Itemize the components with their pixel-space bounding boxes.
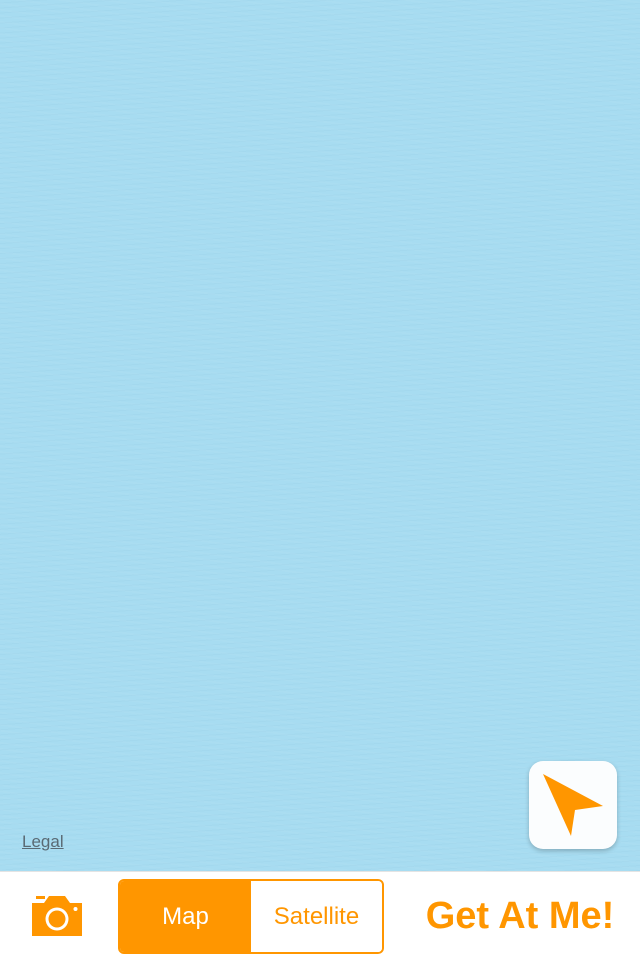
locate-me-button[interactable] (529, 761, 617, 849)
get-at-me-button[interactable]: Get At Me! (410, 872, 630, 961)
location-arrow-icon (543, 774, 603, 836)
bottom-toolbar: Map Satellite Get At Me! (0, 871, 640, 960)
map-type-segmented-control: Map Satellite (118, 879, 384, 954)
camera-button[interactable] (30, 894, 84, 938)
map-view[interactable]: Legal (0, 0, 640, 871)
legal-link[interactable]: Legal (22, 832, 64, 852)
satellite-segment[interactable]: Satellite (251, 881, 382, 952)
camera-icon (32, 896, 82, 936)
map-segment[interactable]: Map (120, 881, 251, 952)
